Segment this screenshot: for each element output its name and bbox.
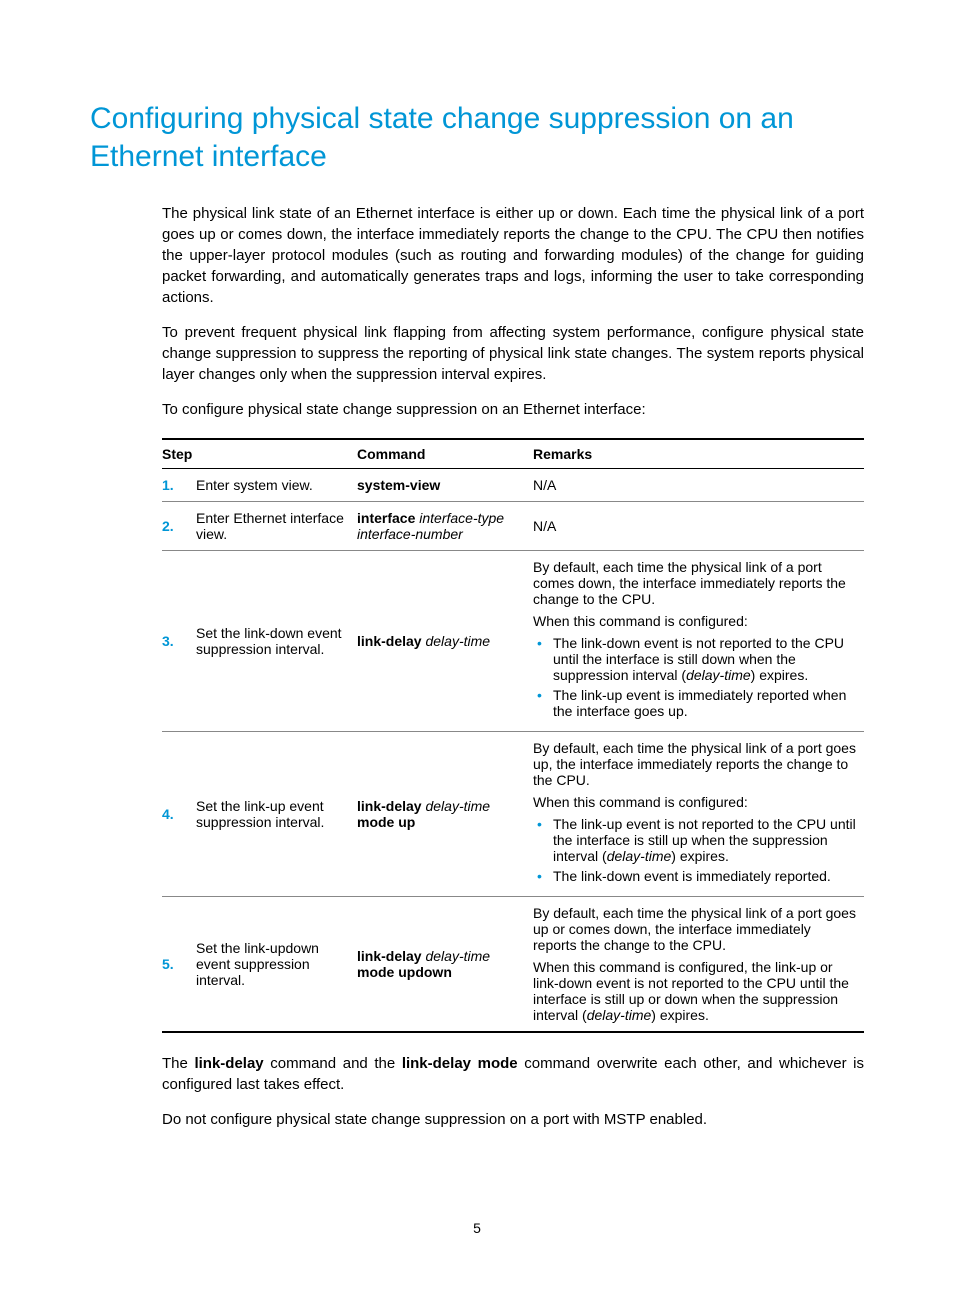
remark-p: By default, each time the physical link … xyxy=(533,740,858,788)
cmd-bold: link-delay xyxy=(357,798,422,814)
step-remarks: By default, each time the physical link … xyxy=(533,732,864,897)
remark-text: ) expires. xyxy=(751,667,809,683)
cmd-italic: delay-time xyxy=(425,633,490,649)
remark-italic: delay-time xyxy=(686,667,751,683)
remark-p: When this command is configured, the lin… xyxy=(533,959,858,1023)
table-row: 4. Set the link-up event suppression int… xyxy=(162,732,864,897)
step-cmd: link-delay delay-time xyxy=(357,551,533,732)
table-row: 5. Set the link-updown event suppression… xyxy=(162,897,864,1033)
intro-p2: To prevent frequent physical link flappi… xyxy=(162,322,864,385)
remark-p: When this command is configured: xyxy=(533,794,858,810)
outro-p1: The link-delay command and the link-dela… xyxy=(162,1053,864,1095)
step-cmd: link-delay delay-time mode up xyxy=(357,732,533,897)
page-title: Configuring physical state change suppre… xyxy=(90,100,864,175)
remark-bullet: The link-up event is not reported to the… xyxy=(533,816,858,864)
outro-block: The link-delay command and the link-dela… xyxy=(162,1053,864,1130)
table-row: 1. Enter system view. system-view N/A xyxy=(162,469,864,502)
step-num: 1. xyxy=(162,469,196,502)
remark-italic: delay-time xyxy=(607,848,672,864)
step-num: 5. xyxy=(162,897,196,1033)
step-remarks: By default, each time the physical link … xyxy=(533,897,864,1033)
intro-p1: The physical link state of an Ethernet i… xyxy=(162,203,864,308)
step-remarks: N/A xyxy=(533,469,864,502)
remark-text: ) expires. xyxy=(651,1007,709,1023)
cmd-italic: delay-time xyxy=(425,798,490,814)
step-cmd: interface interface-type interface-numbe… xyxy=(357,502,533,551)
cmd-bold: interface xyxy=(357,510,415,526)
remark-bullet: The link-down event is not reported to t… xyxy=(533,635,858,683)
outro-text: The xyxy=(162,1055,194,1072)
th-step: Step xyxy=(162,439,357,469)
cmd-bold: link-delay xyxy=(357,948,422,964)
step-num: 4. xyxy=(162,732,196,897)
remark-bullet: The link-up event is immediately reporte… xyxy=(533,687,858,719)
step-desc: Enter Ethernet interface view. xyxy=(196,502,357,551)
remark-p: By default, each time the physical link … xyxy=(533,905,858,953)
page: Configuring physical state change suppre… xyxy=(0,0,954,1296)
steps-table: Step Command Remarks 1. Enter system vie… xyxy=(162,438,864,1033)
step-num: 3. xyxy=(162,551,196,732)
cmd-bold: mode updown xyxy=(357,964,452,980)
step-num: 2. xyxy=(162,502,196,551)
remark-p: By default, each time the physical link … xyxy=(533,559,858,607)
th-command: Command xyxy=(357,439,533,469)
table-row: 2. Enter Ethernet interface view. interf… xyxy=(162,502,864,551)
step-desc: Set the link-down event suppression inte… xyxy=(196,551,357,732)
remark-text: ) expires. xyxy=(671,848,729,864)
step-desc: Set the link-up event suppression interv… xyxy=(196,732,357,897)
table-row: 3. Set the link-down event suppression i… xyxy=(162,551,864,732)
outro-text: command and the xyxy=(264,1055,402,1072)
outro-bold: link-delay xyxy=(194,1055,263,1072)
remark-italic: delay-time xyxy=(587,1007,652,1023)
intro-p3: To configure physical state change suppr… xyxy=(162,399,864,420)
remark-p: When this command is configured: xyxy=(533,613,858,629)
step-desc: Set the link-updown event suppression in… xyxy=(196,897,357,1033)
cmd-bold: mode up xyxy=(357,814,415,830)
intro-block: The physical link state of an Ethernet i… xyxy=(162,203,864,420)
step-cmd: system-view xyxy=(357,469,533,502)
step-desc: Enter system view. xyxy=(196,469,357,502)
cmd-bold: system-view xyxy=(357,477,440,493)
step-remarks: By default, each time the physical link … xyxy=(533,551,864,732)
step-cmd: link-delay delay-time mode updown xyxy=(357,897,533,1033)
cmd-bold: link-delay xyxy=(357,633,422,649)
page-number: 5 xyxy=(0,1220,954,1236)
cmd-italic: delay-time xyxy=(425,948,490,964)
th-remarks: Remarks xyxy=(533,439,864,469)
step-remarks: N/A xyxy=(533,502,864,551)
outro-bold: link-delay mode xyxy=(402,1055,518,1072)
remark-bullet: The link-down event is immediately repor… xyxy=(533,868,858,884)
outro-p2: Do not configure physical state change s… xyxy=(162,1109,864,1130)
